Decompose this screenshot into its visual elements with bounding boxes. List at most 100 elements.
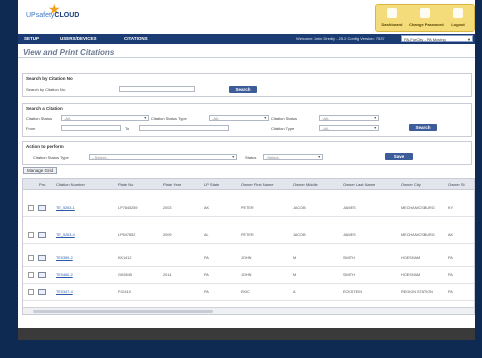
app-logo[interactable]: ★ UPsafetyCLOUD (26, 2, 96, 28)
change-password-link[interactable]: Change Password (409, 5, 444, 31)
action-panel: Action to perform Citation Status Type -… (22, 141, 472, 165)
chevron-down-icon: ▼ (143, 116, 147, 120)
chevron-down-icon: ▼ (373, 126, 377, 130)
to-date-input[interactable] (139, 125, 229, 131)
cell: PA (204, 290, 209, 294)
citation-status-select[interactable]: -All- ▼ (61, 115, 149, 121)
citation-no-label: Search by Citation No. (26, 87, 67, 92)
col-plate-no[interactable]: Plate No (118, 182, 133, 187)
chevron-down-icon: ▼ (317, 155, 321, 159)
cell: LP547852 (118, 233, 136, 237)
change-password-label: Change Password (409, 22, 444, 27)
welcome-text: Welcome John Dredly - 25.2 Config Versio… (296, 36, 385, 41)
print-icon[interactable] (38, 232, 46, 238)
chevron-down-icon: ▼ (467, 37, 471, 42)
app-frame: ★ UPsafetyCLOUD Dashboard Change Passwor… (18, 0, 475, 340)
to-label: To (125, 126, 130, 131)
table-row[interactable]: TE0347-4 PJ2410 PA EKIC A ECKSTEIN REGIO… (23, 283, 474, 301)
cell: MECHANICSBURG (401, 206, 435, 210)
col-owner-last-name[interactable]: Owner Last Name (343, 182, 375, 187)
cell: JOHN (241, 273, 252, 277)
citation-status-2-select[interactable]: -All- ▼ (319, 115, 379, 121)
cell: AL (204, 233, 209, 237)
cell: KK1412 (118, 256, 132, 260)
save-button[interactable]: Save (385, 153, 413, 160)
action-status-select[interactable]: -Select- ▼ (263, 154, 323, 160)
title-divider (18, 57, 475, 58)
panel-title: Search by Citation No (26, 76, 73, 81)
nav-setup[interactable]: SETUP (24, 36, 39, 41)
citation-type-select[interactable]: -All- ▼ (319, 125, 379, 131)
cell: M (293, 256, 297, 260)
col-lp-state[interactable]: LP State (204, 182, 219, 187)
nav-users-devices[interactable]: USERS/DEVICES (60, 36, 97, 41)
cell: PA (448, 273, 453, 277)
cell: PJ2410 (118, 290, 131, 294)
citation-status-type-select[interactable]: -All- ▼ (209, 115, 269, 121)
cell: JAMES (343, 233, 356, 237)
cell: AK (448, 233, 454, 237)
table-header: Prn. Citation Number Plate No Plate Year… (23, 179, 474, 190)
cell: PA (448, 290, 453, 294)
print-icon[interactable] (38, 205, 46, 211)
cell: JACOB (293, 233, 306, 237)
citation-no-input[interactable] (119, 86, 195, 92)
dashboard-link[interactable]: Dashboard (376, 5, 408, 31)
citation-number-link[interactable]: TE_5263-1 (56, 206, 75, 210)
col-citation-number[interactable]: Citation Number (56, 182, 85, 187)
search-citation-button[interactable]: Search (409, 124, 437, 131)
table-row[interactable]: TE_5263-4 LP547852 2009 AL PETER JACOB J… (23, 226, 474, 244)
horizontal-scrollbar[interactable] (23, 307, 474, 314)
footer-bar (18, 328, 475, 340)
citation-number-link[interactable]: TE0347-4 (56, 290, 73, 294)
top-actions: Dashboard Change Password Logout (375, 4, 475, 32)
home-icon (387, 8, 397, 18)
table-row[interactable]: TE_5263-1 LP7845259 2003 AK PETER JACOB … (23, 199, 474, 217)
col-owner-first-name[interactable]: Owner First Name (241, 182, 273, 187)
manage-grid-button[interactable]: Manage Grid (23, 167, 57, 174)
print-icon[interactable] (38, 272, 46, 278)
from-date-input[interactable] (61, 125, 121, 131)
scrollbar-thumb[interactable] (33, 310, 213, 313)
row-checkbox[interactable] (28, 255, 34, 261)
citation-status-2-label: Citation Status (271, 116, 298, 121)
cell: PETER (241, 206, 254, 210)
logo-text: UPsafetyCLOUD (26, 12, 80, 19)
cell: LP7845259 (118, 206, 138, 210)
cell: 2003 (163, 206, 172, 210)
print-icon[interactable] (38, 255, 46, 261)
row-checkbox[interactable] (28, 289, 34, 295)
citation-status-type-label: Citation Status Type (151, 116, 187, 121)
search-by-number-button[interactable]: Search (229, 86, 257, 93)
citation-number-link[interactable]: TE0460-2 (56, 273, 73, 277)
cell: REGION STATION (401, 290, 433, 294)
col-plate-year[interactable]: Plate Year (163, 182, 181, 187)
cell: JAMES (343, 206, 356, 210)
print-icon[interactable] (38, 289, 46, 295)
cell: EKIC (241, 290, 250, 294)
row-checkbox[interactable] (28, 272, 34, 278)
citation-number-link[interactable]: TE0359-2 (56, 256, 73, 260)
action-status-type-select[interactable]: --Select-- ▼ (89, 154, 237, 160)
context-select[interactable]: PA-ForCity - PA Moving ▼ (401, 35, 473, 42)
col-owner-state[interactable]: Owner St (448, 182, 465, 187)
panel-title: Action to perform (26, 144, 64, 149)
cell: GK5545 (118, 273, 132, 277)
row-checkbox[interactable] (28, 232, 34, 238)
nav-citations[interactable]: CITATIONS (124, 36, 148, 41)
table-row[interactable]: TE0359-2 KK1412 PA JOHN M SMITH HOESHAM … (23, 249, 474, 267)
col-owner-city[interactable]: Owner City (401, 182, 421, 187)
row-checkbox[interactable] (28, 205, 34, 211)
search-by-number-panel: Search by Citation No Search by Citation… (22, 73, 472, 97)
table-row[interactable]: TE0460-2 GK5545 2014 PA JOHN M SMITH HOE… (23, 266, 474, 284)
action-status-type-label: Citation Status Type (33, 155, 69, 160)
col-prn[interactable]: Prn. (39, 182, 46, 187)
citation-number-link[interactable]: TE_5263-4 (56, 233, 75, 237)
cell: AK (204, 206, 210, 210)
cell: PA (448, 256, 453, 260)
app-header: ★ UPsafetyCLOUD Dashboard Change Passwor… (18, 0, 475, 34)
col-owner-middle[interactable]: Owner Middle (293, 182, 318, 187)
cell: PETER (241, 233, 254, 237)
cell: PA (204, 256, 209, 260)
logout-link[interactable]: Logout (442, 5, 474, 31)
